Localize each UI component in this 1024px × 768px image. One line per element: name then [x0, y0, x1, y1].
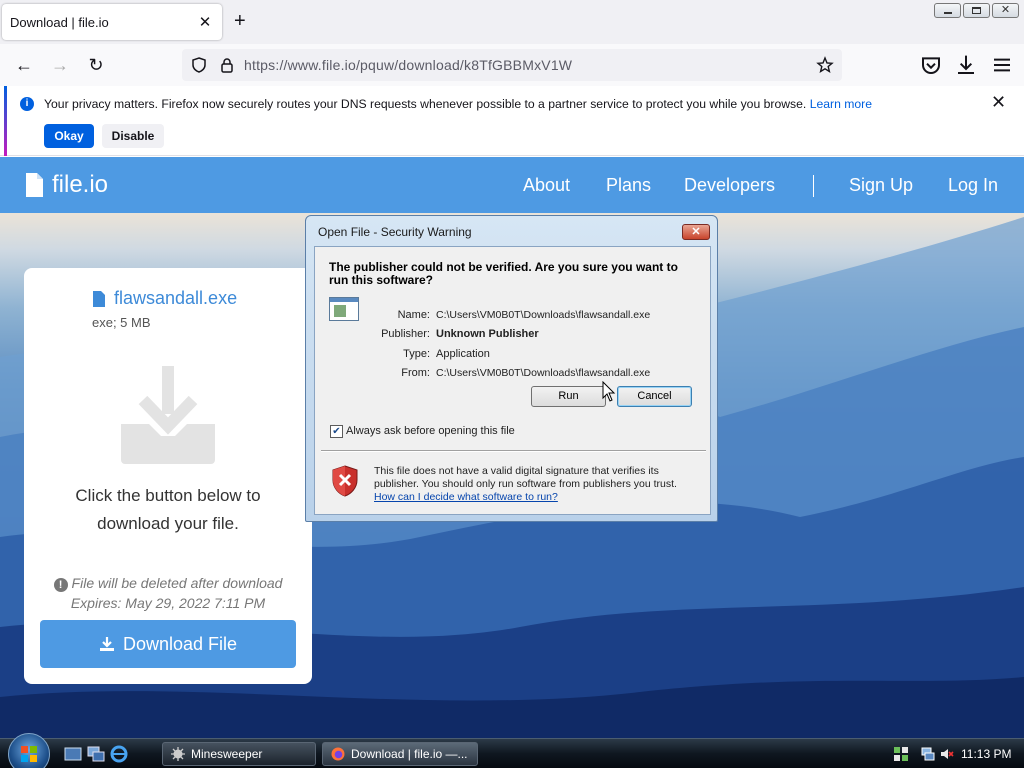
site-logo[interactable]: file.io — [24, 171, 108, 199]
volume-muted-icon[interactable] — [940, 747, 954, 761]
deletion-note: ! File will be deleted after download Exp… — [24, 573, 312, 613]
file-name-text: flawsandall.exe — [114, 288, 238, 308]
pocket-icon[interactable] — [919, 53, 943, 77]
nav-developers-link[interactable]: Developers — [684, 175, 775, 196]
tab-title: Download | file.io — [10, 14, 109, 30]
always-ask-checkbox[interactable]: ✔ — [330, 425, 343, 438]
dialog-close-button[interactable]: ✕ — [682, 224, 710, 240]
always-ask-label[interactable]: Always ask before opening this file — [346, 425, 515, 437]
type-label: Type: — [403, 348, 430, 360]
dialog-question: The publisher could not be verified. Are… — [329, 260, 678, 287]
back-arrow-icon[interactable]: ← — [12, 53, 36, 77]
download-graphic-icon — [121, 366, 215, 464]
navigation-toolbar: ← → ↻ https://www.file.io/pquw/download/… — [0, 44, 1024, 86]
dialog-body: The publisher could not be verified. Are… — [314, 246, 711, 515]
name-value: C:\Users\VM0B0T\Downloads\flawsandall.ex… — [436, 309, 651, 321]
nav-divider — [813, 175, 814, 197]
learn-more-link[interactable]: Learn more — [810, 97, 872, 111]
dialog-title: Open File - Security Warning — [318, 225, 472, 239]
downloads-icon[interactable] — [954, 53, 978, 77]
network-icon[interactable] — [894, 747, 908, 761]
download-instructions: Click the button below to download your … — [44, 482, 292, 538]
deletion-note-text: File will be deleted after download — [71, 575, 283, 591]
tab-strip: Download | file.io ✕ + ✕ — [0, 0, 1024, 44]
run-button[interactable]: Run — [531, 386, 606, 407]
switch-windows-icon[interactable] — [87, 745, 105, 763]
privacy-notification: i Your privacy matters. Firefox now secu… — [0, 86, 1024, 156]
publisher-label: Publisher: — [381, 328, 430, 340]
hamburger-menu-icon[interactable] — [990, 53, 1014, 77]
download-icon — [99, 637, 114, 651]
taskbar-clock[interactable]: 11:13 PM — [961, 747, 1011, 761]
from-value: C:\Users\VM0B0T\Downloads\flawsandall.ex… — [436, 367, 651, 379]
firefox-icon — [331, 747, 345, 761]
download-card: flawsandall.exe exe; 5 MB Click the butt… — [24, 268, 312, 684]
internet-explorer-icon[interactable] — [110, 745, 128, 763]
file-name[interactable]: flawsandall.exe — [92, 288, 237, 309]
info-icon: i — [20, 97, 34, 111]
nav-login-link[interactable]: Log In — [948, 175, 998, 196]
bookmark-star-icon[interactable] — [816, 56, 834, 74]
window-close-button[interactable]: ✕ — [992, 3, 1019, 18]
lock-icon[interactable] — [218, 56, 236, 74]
notification-message: Your privacy matters. Firefox now secure… — [44, 97, 807, 111]
signature-warning-text: This file does not have a valid digital … — [374, 465, 677, 490]
system-tray: 11:13 PM — [870, 739, 1024, 768]
dialog-divider — [321, 450, 706, 451]
signature-warning: This file does not have a valid digital … — [374, 465, 694, 504]
cancel-button[interactable]: Cancel — [617, 386, 692, 407]
shield-icon[interactable] — [190, 56, 208, 74]
help-link[interactable]: How can I decide what software to run? — [374, 491, 694, 504]
windows-logo-icon — [21, 746, 37, 762]
taskbar-minesweeper-label: Minesweeper — [191, 747, 263, 761]
from-label: From: — [401, 367, 430, 379]
site-header: file.io About Plans Developers Sign Up L… — [0, 157, 1024, 213]
computer-network-icon[interactable] — [921, 747, 935, 761]
exclamation-icon: ! — [53, 578, 68, 592]
download-button-label: Download File — [122, 633, 238, 654]
new-tab-icon[interactable]: + — [234, 10, 246, 32]
taskbar-minesweeper[interactable]: Minesweeper — [162, 742, 316, 766]
okay-button[interactable]: Okay — [44, 124, 94, 148]
file-logo-icon — [26, 173, 43, 197]
deletion-note-line-1: ! File will be deleted after download — [24, 573, 312, 593]
reload-icon[interactable]: ↻ — [84, 53, 108, 77]
instructions-line-2: download your file. — [97, 514, 239, 533]
forward-arrow-icon[interactable]: → — [48, 53, 72, 77]
nav-about-link[interactable]: About — [523, 175, 570, 196]
maximize-button[interactable] — [963, 3, 990, 18]
browser-tab[interactable]: Download | file.io ✕ — [2, 4, 222, 40]
show-desktop-icon[interactable] — [64, 745, 82, 763]
nav-plans-link[interactable]: Plans — [606, 175, 651, 196]
name-label: Name: — [397, 309, 430, 321]
start-button[interactable] — [8, 733, 50, 768]
notification-accent — [4, 86, 7, 156]
minimize-button[interactable] — [934, 3, 961, 18]
disable-button[interactable]: Disable — [102, 124, 164, 148]
notification-close-icon[interactable]: ✕ — [991, 92, 1006, 113]
minesweeper-icon — [171, 747, 185, 761]
security-warning-dialog: Open File - Security Warning ✕ The publi… — [305, 215, 718, 522]
type-value: Application — [436, 348, 490, 360]
url-text[interactable]: https://www.file.io/pquw/download/k8TfGB… — [244, 57, 572, 73]
tab-close-icon[interactable]: ✕ — [196, 13, 214, 31]
publisher-value: Unknown Publisher — [436, 328, 539, 340]
nav-signup-link[interactable]: Sign Up — [849, 175, 913, 196]
notification-text: Your privacy matters. Firefox now secure… — [44, 97, 872, 111]
logo-text: file.io — [52, 171, 109, 198]
taskbar-firefox[interactable]: Download | file.io —... — [322, 742, 478, 766]
taskbar-firefox-label: Download | file.io —... — [351, 747, 468, 761]
warning-shield-icon — [332, 465, 358, 497]
taskbar: Minesweeper Download | file.io —... 11:1… — [0, 733, 1024, 768]
download-file-button[interactable]: Download File — [40, 620, 296, 668]
mouse-cursor-icon — [602, 381, 616, 402]
instructions-line-1: Click the button below to — [75, 486, 261, 505]
address-bar[interactable]: https://www.file.io/pquw/download/k8TfGB… — [182, 49, 842, 81]
file-icon — [93, 290, 105, 307]
expiry-text: Expires: May 29, 2022 7:11 PM — [70, 595, 266, 611]
file-meta: exe; 5 MB — [92, 315, 151, 330]
